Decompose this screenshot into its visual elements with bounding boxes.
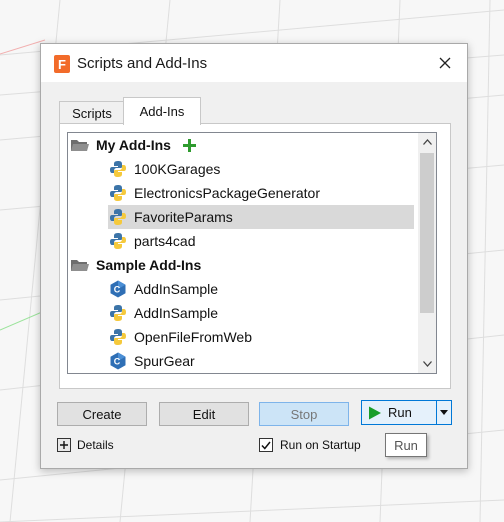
run-on-startup-label: Run on Startup <box>280 438 361 452</box>
svg-text:C: C <box>114 285 121 295</box>
group-my-addins[interactable]: My Add-Ins <box>68 133 420 157</box>
window-title: Scripts and Add-Ins <box>77 55 208 72</box>
list-scrollbar[interactable] <box>418 133 436 373</box>
expand-plus-icon[interactable] <box>57 438 71 452</box>
item-label: SpurGear <box>134 353 195 369</box>
tab-scripts[interactable]: Scripts <box>59 101 125 124</box>
python-icon <box>108 231 128 251</box>
details-toggle[interactable]: Details <box>57 438 114 452</box>
list-item[interactable]: ElectronicsPackageGenerator <box>108 181 418 205</box>
stop-button[interactable]: Stop <box>259 402 349 426</box>
list-item[interactable]: parts4cad <box>108 229 418 253</box>
caret-down-icon <box>440 410 448 415</box>
create-button[interactable]: Create <box>57 402 147 426</box>
item-label: 100KGarages <box>134 161 221 177</box>
item-label: parts4cad <box>134 233 196 249</box>
item-label: AddInSample <box>134 305 219 321</box>
item-label: AddInSample <box>134 281 219 297</box>
run-dropdown-button[interactable] <box>436 400 452 425</box>
chevron-down-icon <box>422 361 432 367</box>
details-label: Details <box>77 438 114 452</box>
list-item[interactable]: C AddInSample <box>108 277 418 301</box>
list-item-selected[interactable]: FavoriteParams <box>108 205 414 229</box>
item-label: FavoriteParams <box>134 209 233 225</box>
group-label: Sample Add-Ins <box>96 257 202 273</box>
run-on-startup-option[interactable]: Run on Startup <box>259 438 361 452</box>
fusion-app-icon: F <box>54 55 70 73</box>
run-label: Run <box>388 405 412 420</box>
python-icon <box>108 327 128 347</box>
cpp-icon: C <box>108 279 128 299</box>
python-icon <box>108 159 128 179</box>
play-icon <box>369 406 381 419</box>
svg-text:F: F <box>58 57 66 72</box>
title-bar[interactable]: F Scripts and Add-Ins <box>41 44 467 82</box>
python-icon <box>108 303 128 323</box>
svg-text:C: C <box>114 357 121 367</box>
folder-open-icon <box>70 135 90 155</box>
addins-list[interactable]: My Add-Ins 100KGarages ElectronicsPackag… <box>67 132 437 374</box>
folder-open-icon <box>70 255 90 275</box>
scripts-addins-dialog: F Scripts and Add-Ins Scripts Add-Ins My… <box>40 43 468 469</box>
tab-addins[interactable]: Add-Ins <box>123 97 201 125</box>
edit-button[interactable]: Edit <box>159 402 249 426</box>
close-icon <box>439 57 451 69</box>
run-on-startup-checkbox[interactable] <box>259 438 273 452</box>
item-label: ElectronicsPackageGenerator <box>134 185 320 201</box>
checkmark-icon <box>261 441 271 450</box>
run-tooltip: Run <box>385 433 427 457</box>
list-item[interactable]: C SpurGear <box>108 349 418 373</box>
group-sample-addins[interactable]: Sample Add-Ins <box>68 253 420 277</box>
item-label: OpenFileFromWeb <box>134 329 253 345</box>
list-item[interactable]: AddInSample <box>108 301 418 325</box>
list-item[interactable]: OpenFileFromWeb <box>108 325 418 349</box>
close-button[interactable] <box>423 44 467 82</box>
run-button[interactable]: Run <box>361 400 437 425</box>
python-icon <box>108 207 128 227</box>
scroll-up-button[interactable] <box>418 133 436 151</box>
group-label: My Add-Ins <box>96 137 171 153</box>
list-item[interactable]: 100KGarages <box>108 157 418 181</box>
chevron-up-icon <box>422 139 432 145</box>
python-icon <box>108 183 128 203</box>
scrollbar-thumb[interactable] <box>420 153 434 313</box>
add-addin-icon[interactable] <box>182 138 196 152</box>
scroll-down-button[interactable] <box>418 355 436 373</box>
cpp-icon: C <box>108 351 128 371</box>
